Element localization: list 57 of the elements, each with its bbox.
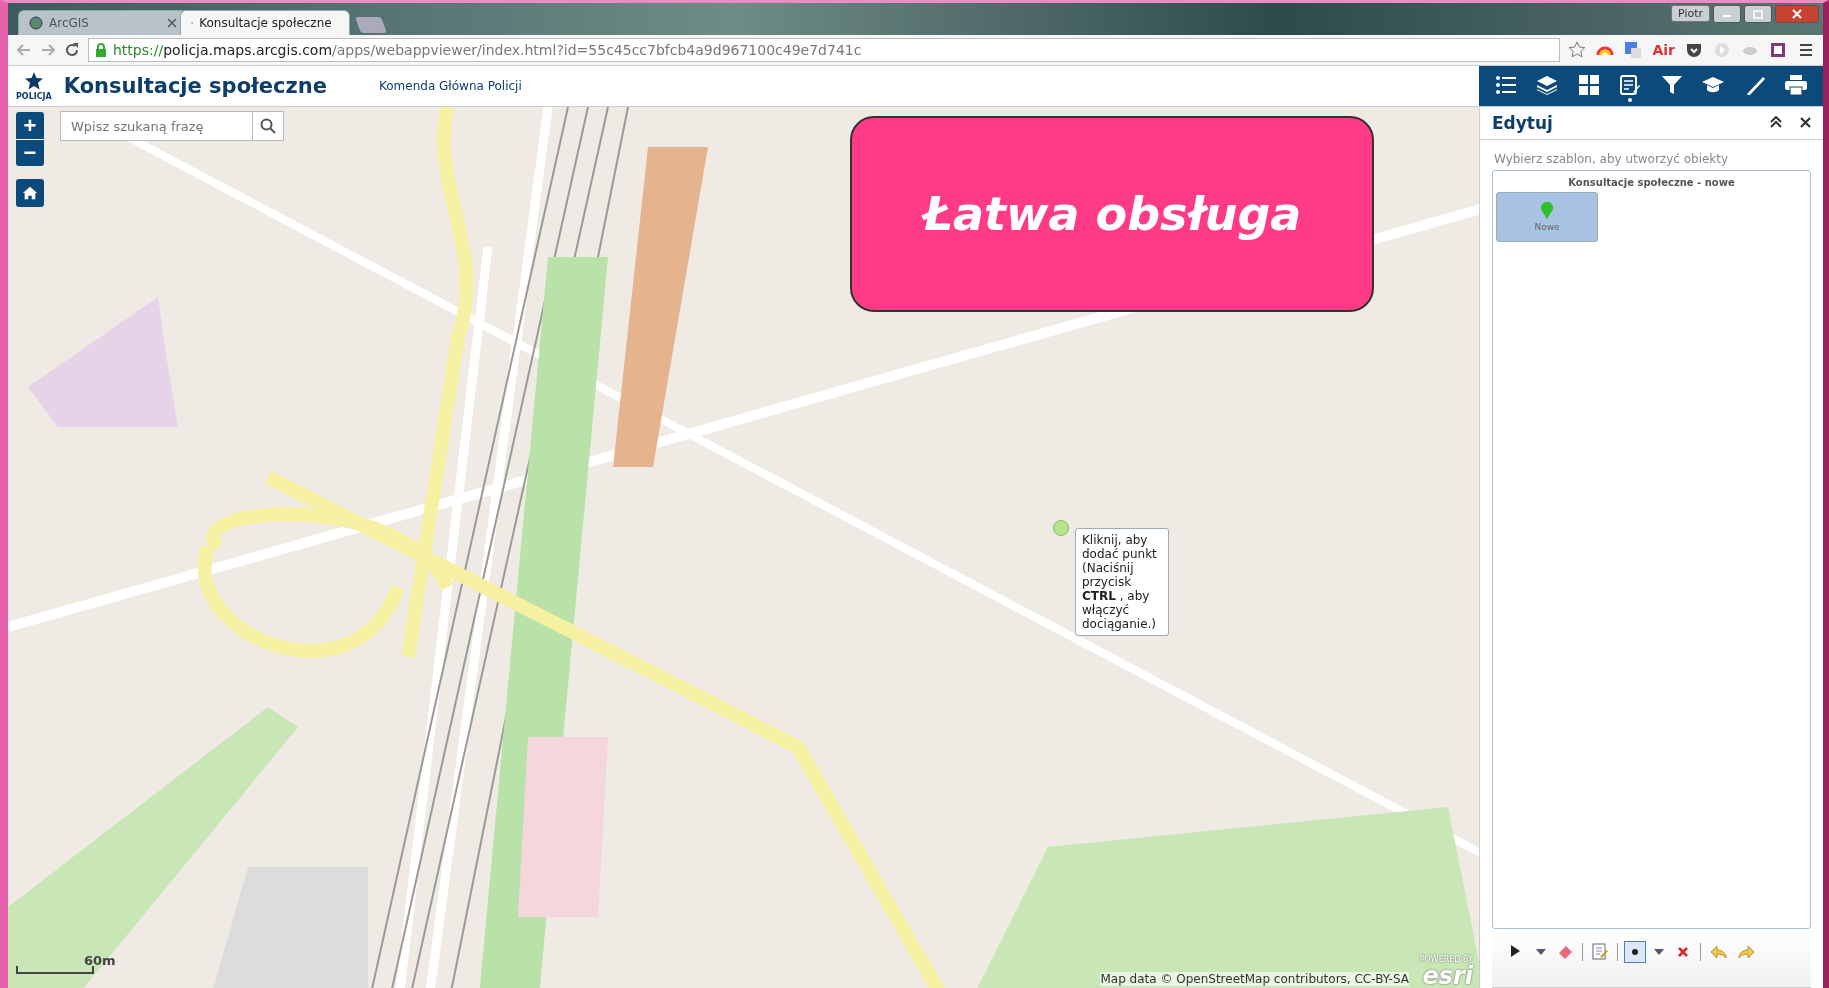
close-icon — [1792, 9, 1802, 19]
menu-icon[interactable] — [1797, 41, 1815, 59]
caret-tool-button[interactable] — [1534, 947, 1548, 957]
home-icon — [22, 185, 38, 201]
extension-button[interactable]: Air — [1652, 42, 1675, 58]
map-attribution: Map data © OpenStreetMap contributors, CC-BY-SA — [1100, 972, 1409, 986]
callout-banner: Łatwa obsługa — [850, 116, 1374, 312]
logo-caption: POWERED BY — [1419, 955, 1473, 964]
esri-logo: esri — [1422, 964, 1473, 988]
pin-icon — [1540, 202, 1554, 220]
police-star-icon — [22, 71, 45, 92]
edit-form-icon — [1619, 74, 1642, 95]
double-chevron-icon — [1770, 115, 1782, 128]
print-icon — [1785, 74, 1808, 95]
maximize-icon — [1753, 9, 1763, 19]
minimize-button[interactable] — [1713, 5, 1741, 23]
globe-icon — [29, 16, 43, 30]
redo-icon — [1737, 943, 1755, 961]
vertex-marker — [1053, 520, 1069, 536]
app-title: Konsultacje społeczne — [63, 74, 327, 98]
search-button[interactable] — [252, 111, 284, 141]
maximize-button[interactable] — [1744, 5, 1772, 23]
caret-icon — [1536, 949, 1546, 955]
home-button[interactable] — [16, 179, 44, 207]
graduation-cap-icon — [1702, 74, 1725, 95]
map-tooltip: Kliknij, aby dodać punkt (Naciśnij przycisk CTRL , aby włączyć dociąganie.) — [1075, 528, 1169, 636]
reload-icon[interactable] — [64, 42, 80, 58]
star-icon[interactable] — [1568, 41, 1587, 59]
close-button[interactable] — [1775, 5, 1819, 23]
panel-hint: Wybierz szablon, aby utworzyć obiekty — [1493, 151, 1730, 168]
browser-tab[interactable]: Konsultacje społeczne — [180, 10, 350, 35]
close-icon — [1800, 116, 1811, 128]
undo-icon — [1709, 943, 1727, 961]
profile-button[interactable]: Piotr — [1671, 5, 1710, 22]
pocket-icon[interactable] — [1685, 41, 1703, 59]
organization-name: Komenda Główna Policji — [379, 79, 522, 93]
address-bar[interactable]: https://policja.maps.arcgis.com/apps/webappviewer/index.html?id=55c45cc7bfcb4a9d967100c49e7d741c — [88, 38, 1561, 62]
zoom-in-button[interactable]: + — [16, 112, 44, 139]
grid-icon — [1577, 74, 1600, 95]
url-text: https://policja.maps.arcgis.com/apps/webappviewer/index.html?id=55c45cc7bfcb4a9d967100c49e7d741c — [113, 42, 862, 58]
layer-name: Konsultacje społeczne - nowe — [1567, 177, 1736, 188]
notebook-icon[interactable] — [1769, 41, 1787, 59]
caret-icon — [1654, 949, 1664, 955]
lock-icon — [95, 43, 107, 57]
search-icon — [260, 118, 276, 134]
translate-icon[interactable] — [1624, 41, 1643, 59]
filter-icon — [1660, 74, 1683, 95]
attributes-icon — [1591, 943, 1609, 961]
list-icon — [1494, 74, 1517, 95]
layers-icon — [1536, 74, 1559, 95]
zoom-out-button[interactable]: − — [16, 139, 44, 166]
panel-title: Edytuj — [1492, 113, 1554, 133]
point-tool-button[interactable] — [1624, 941, 1646, 963]
scale-label: 60m — [84, 953, 116, 968]
caret-tool-button[interactable] — [1652, 947, 1666, 957]
logo-caption: POLICJA — [16, 91, 52, 101]
search-field[interactable]: Wpisz szukaną frazę — [60, 111, 252, 141]
